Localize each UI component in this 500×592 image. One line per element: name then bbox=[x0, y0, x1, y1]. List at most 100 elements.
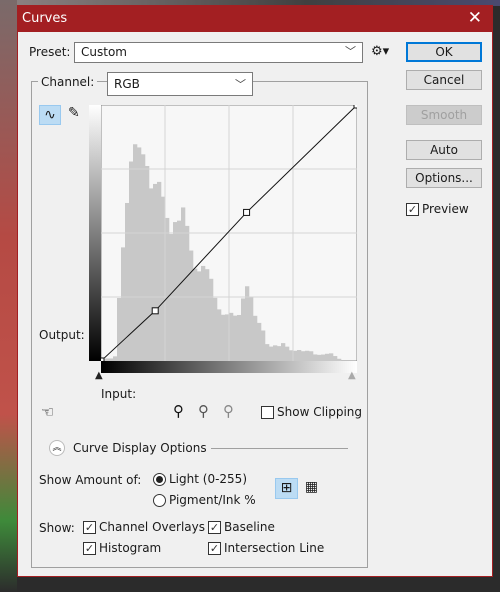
window-title: Curves bbox=[22, 11, 68, 26]
light-label: Light (0-255) bbox=[169, 472, 247, 486]
curve-graph[interactable] bbox=[101, 105, 357, 361]
histogram-bar bbox=[277, 346, 282, 361]
histogram-bar bbox=[293, 350, 298, 361]
histogram-bar bbox=[201, 265, 206, 361]
histogram-bar bbox=[233, 315, 238, 361]
preset-value: Custom bbox=[81, 45, 127, 59]
black-eyedropper-icon[interactable]: ⚲ bbox=[173, 402, 184, 420]
histogram-bar bbox=[209, 278, 214, 361]
histogram-bar bbox=[309, 351, 314, 361]
intersection-line-checkbox[interactable]: ✓ bbox=[208, 542, 221, 555]
channel-overlays-label: Channel Overlays bbox=[99, 520, 205, 534]
curve-display-options-title: Curve Display Options bbox=[73, 441, 207, 455]
histogram-bar bbox=[117, 298, 122, 361]
channel-value: RGB bbox=[114, 77, 140, 91]
histogram-bar bbox=[193, 268, 198, 361]
histogram-bar bbox=[285, 346, 290, 361]
targeted-adjustment-hand-icon[interactable]: ☜ bbox=[41, 403, 54, 421]
collapse-chevron-icon[interactable]: ︽ bbox=[49, 440, 65, 456]
histogram-bar bbox=[273, 345, 278, 361]
white-point-slider[interactable]: ▲ bbox=[348, 370, 356, 381]
input-gradient bbox=[101, 361, 357, 373]
gear-icon[interactable]: ⚙▾ bbox=[371, 44, 389, 59]
ok-button[interactable]: OK bbox=[406, 42, 482, 62]
channel-overlays-checkbox[interactable]: ✓ bbox=[83, 521, 96, 534]
simple-grid-icon[interactable]: ⊞ bbox=[275, 478, 298, 499]
pencil-icon[interactable]: ✎ bbox=[68, 105, 80, 121]
preset-select[interactable]: Custom ﹀ bbox=[74, 42, 363, 63]
gray-eyedropper-icon[interactable]: ⚲ bbox=[198, 402, 209, 420]
detailed-grid-icon[interactable]: ▦ bbox=[301, 478, 322, 499]
options-button[interactable]: Options... bbox=[406, 168, 482, 188]
curve-control-point[interactable] bbox=[353, 105, 357, 109]
divider bbox=[211, 448, 348, 449]
smooth-button[interactable]: Smooth bbox=[406, 105, 482, 125]
channel-select[interactable]: RGB ﹀ bbox=[107, 72, 253, 96]
histogram-bar bbox=[185, 225, 190, 361]
black-point-slider[interactable]: ▲ bbox=[95, 370, 103, 381]
histogram-bar bbox=[297, 350, 302, 361]
output-gradient bbox=[89, 105, 101, 361]
histogram-bar bbox=[305, 350, 310, 361]
histogram-bar bbox=[265, 344, 270, 361]
histogram-bar bbox=[137, 147, 142, 361]
show-clipping-checkbox[interactable] bbox=[261, 406, 274, 419]
cancel-button[interactable]: Cancel bbox=[406, 70, 482, 90]
pigment-label: Pigment/Ink % bbox=[169, 493, 256, 507]
pigment-radio[interactable] bbox=[153, 494, 166, 507]
curves-dialog: Curves ✕ Preset: Custom ﹀ ⚙▾ OK Cancel S… bbox=[17, 5, 493, 577]
histogram-bar bbox=[177, 220, 182, 361]
baseline-checkbox[interactable]: ✓ bbox=[208, 521, 221, 534]
histogram-bar bbox=[197, 271, 202, 361]
output-label: Output: bbox=[39, 328, 85, 342]
histogram-bar bbox=[237, 314, 242, 361]
channel-label: Channel: bbox=[38, 75, 98, 89]
auto-button[interactable]: Auto bbox=[406, 140, 482, 160]
curve-tool-icon[interactable]: ∿ bbox=[39, 105, 61, 125]
close-icon[interactable]: ✕ bbox=[468, 8, 482, 28]
show-clipping-label: Show Clipping bbox=[277, 405, 363, 419]
title-bar: Curves ✕ bbox=[18, 6, 492, 32]
histogram-bar bbox=[157, 181, 162, 361]
histogram-bar bbox=[145, 166, 150, 361]
chevron-down-icon: ﹀ bbox=[235, 78, 246, 91]
histogram-bar bbox=[165, 217, 170, 361]
white-eyedropper-icon[interactable]: ⚲ bbox=[223, 402, 234, 420]
input-label: Input: bbox=[101, 387, 137, 401]
histogram-bar bbox=[217, 309, 222, 361]
histogram-checkbox[interactable]: ✓ bbox=[83, 542, 96, 555]
histogram-bar bbox=[329, 353, 334, 361]
chevron-down-icon: ﹀ bbox=[345, 45, 356, 58]
histogram-bar bbox=[301, 351, 306, 361]
histogram-bar bbox=[249, 297, 254, 361]
preview-checkbox[interactable]: ✓ bbox=[406, 203, 419, 216]
show-label: Show: bbox=[39, 521, 75, 535]
histogram-bar bbox=[281, 343, 286, 361]
histogram-bar bbox=[149, 188, 154, 361]
curve-control-point[interactable] bbox=[151, 307, 159, 315]
histogram-bar bbox=[121, 247, 126, 361]
histogram-bar bbox=[241, 298, 246, 361]
histogram-bar bbox=[221, 314, 226, 361]
preview-label: Preview bbox=[422, 202, 469, 216]
background-image bbox=[0, 0, 17, 592]
show-amount-label: Show Amount of: bbox=[39, 473, 142, 487]
light-radio[interactable] bbox=[153, 473, 166, 486]
histogram-bar bbox=[325, 353, 330, 361]
histogram-bar bbox=[169, 234, 174, 361]
histogram-bar bbox=[153, 183, 158, 361]
histogram-bar bbox=[205, 269, 210, 361]
baseline-label: Baseline bbox=[224, 520, 275, 534]
intersection-line-label: Intersection Line bbox=[224, 541, 325, 555]
histogram-bar bbox=[189, 250, 194, 361]
curve-control-point[interactable] bbox=[243, 208, 251, 216]
histogram-bar bbox=[213, 297, 218, 361]
histogram-bar bbox=[261, 330, 266, 361]
histogram-bar bbox=[181, 207, 186, 361]
histogram-bar bbox=[253, 315, 258, 361]
histogram-bar bbox=[257, 322, 262, 361]
histogram-label: Histogram bbox=[99, 541, 162, 555]
histogram-bar bbox=[141, 154, 146, 361]
preset-label: Preset: bbox=[29, 45, 71, 59]
histogram-bar bbox=[229, 312, 234, 361]
